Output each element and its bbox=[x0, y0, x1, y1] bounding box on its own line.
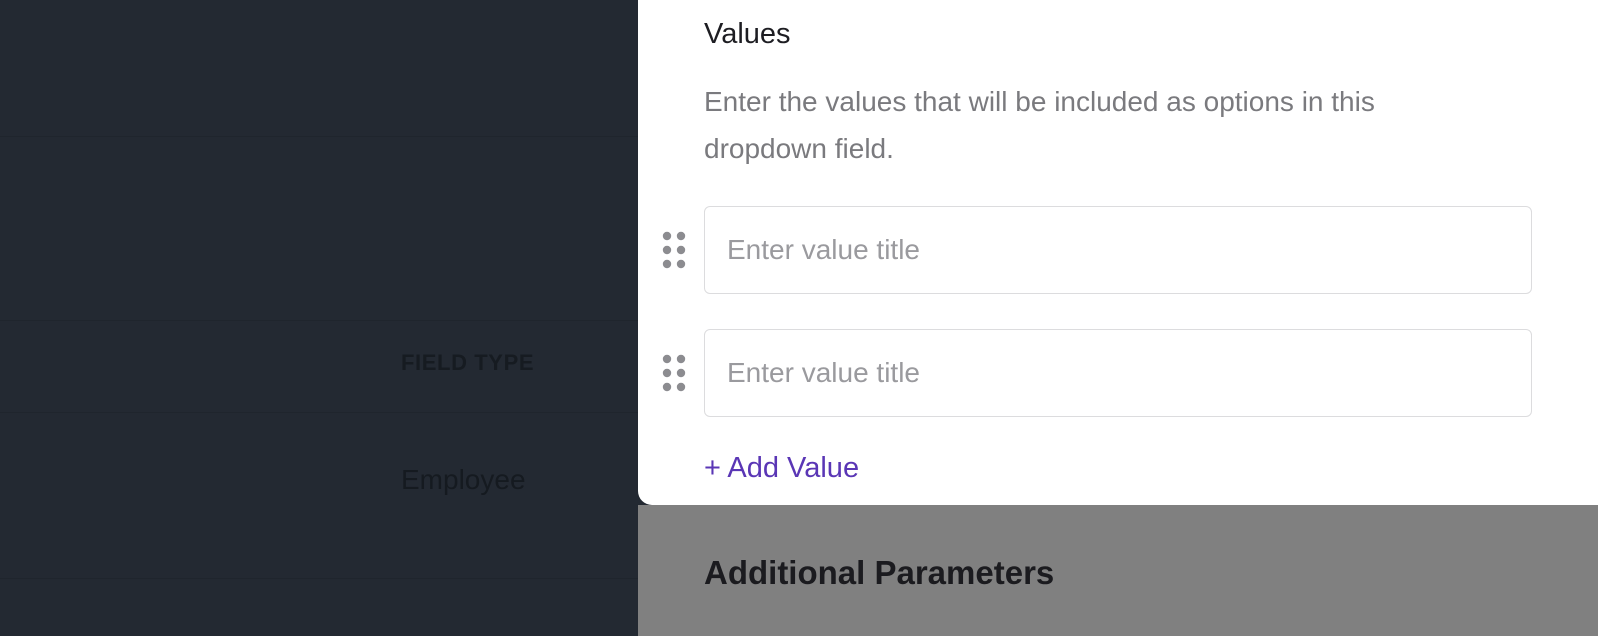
value-row bbox=[660, 329, 1560, 417]
field-type-label: FIELD TYPE bbox=[401, 350, 535, 375]
values-description: Enter the values that will be included a… bbox=[704, 86, 1375, 164]
additional-parameters-heading: Additional Parameters bbox=[704, 554, 1055, 591]
add-value-button[interactable]: + Add Value bbox=[704, 452, 859, 485]
values-panel: Values Enter the values that will be inc… bbox=[638, 0, 1598, 505]
page: FIELD TYPE Employee Additional Parameter… bbox=[0, 0, 1598, 636]
drag-handle-icon[interactable] bbox=[660, 230, 688, 270]
row-divider bbox=[0, 136, 640, 137]
values-title: Values bbox=[704, 18, 791, 50]
value-title-input[interactable] bbox=[704, 329, 1532, 417]
row-divider bbox=[0, 320, 640, 321]
value-title-input[interactable] bbox=[704, 206, 1532, 294]
value-row bbox=[660, 206, 1560, 294]
background-app: FIELD TYPE Employee bbox=[0, 0, 640, 636]
field-type-value: Employee bbox=[401, 464, 526, 495]
row-divider bbox=[0, 578, 640, 579]
drag-handle-icon[interactable] bbox=[660, 353, 688, 393]
row-divider bbox=[0, 412, 640, 413]
